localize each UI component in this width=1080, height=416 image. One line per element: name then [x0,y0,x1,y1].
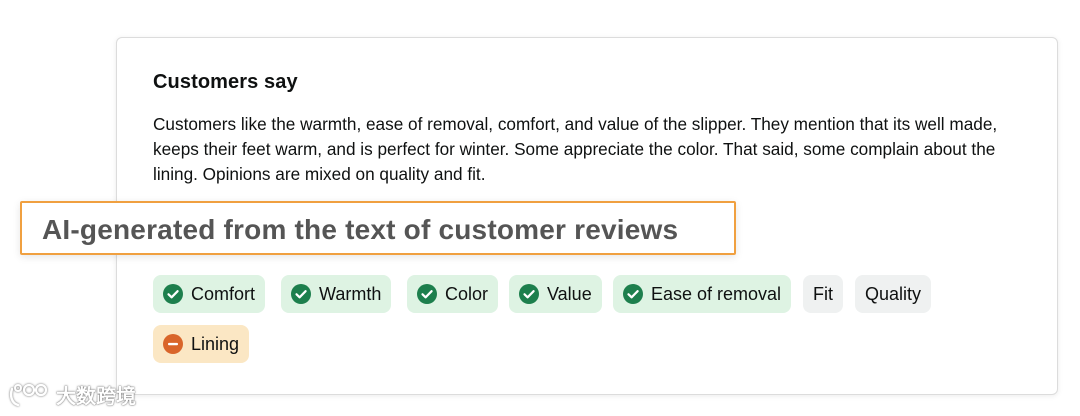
ai-generated-label: AI-generated from the text of customer r… [42,214,679,245]
minus-circle-icon [163,334,183,354]
watermark-text: 大数跨境 [56,386,136,408]
aspect-chip-label: Color [445,283,489,304]
aspect-chip-lining[interactable]: Lining [153,325,250,363]
aspect-chip-label: Warmth [319,283,382,304]
check-circle-icon [519,284,539,304]
aspect-chip-label: Fit [813,283,833,304]
aspect-chip-quality[interactable]: Quality [855,275,932,313]
aspect-chip-ease-of-removal[interactable]: Ease of removal [613,275,792,313]
watermark: 大数跨境 [8,380,136,409]
aspect-chip-comfort[interactable]: Comfort [153,275,266,313]
aspect-chip-warmth[interactable]: Warmth [281,275,392,313]
customers-say-title: Customers say [153,71,298,93]
aspect-chip-label: Value [547,283,592,304]
aspect-chip-fit[interactable]: Fit [803,275,843,313]
check-circle-icon [291,284,311,304]
aspect-chip-label: Ease of removal [651,283,782,304]
check-circle-icon [163,284,183,304]
aspect-chip-value[interactable]: Value [509,275,602,313]
review-summary: Customers like the warmth, ease of remov… [153,114,998,184]
watermark-logo-icon [9,383,48,406]
check-circle-icon [623,284,643,304]
ai-generated-callout: AI-generated from the text of customer r… [20,201,736,255]
check-circle-icon [417,284,437,304]
aspect-chip-label: Lining [191,333,240,354]
aspect-chip-color[interactable]: Color [407,275,499,313]
aspect-chip-label: Comfort [191,283,256,304]
aspect-chip-label: Quality [865,283,922,304]
